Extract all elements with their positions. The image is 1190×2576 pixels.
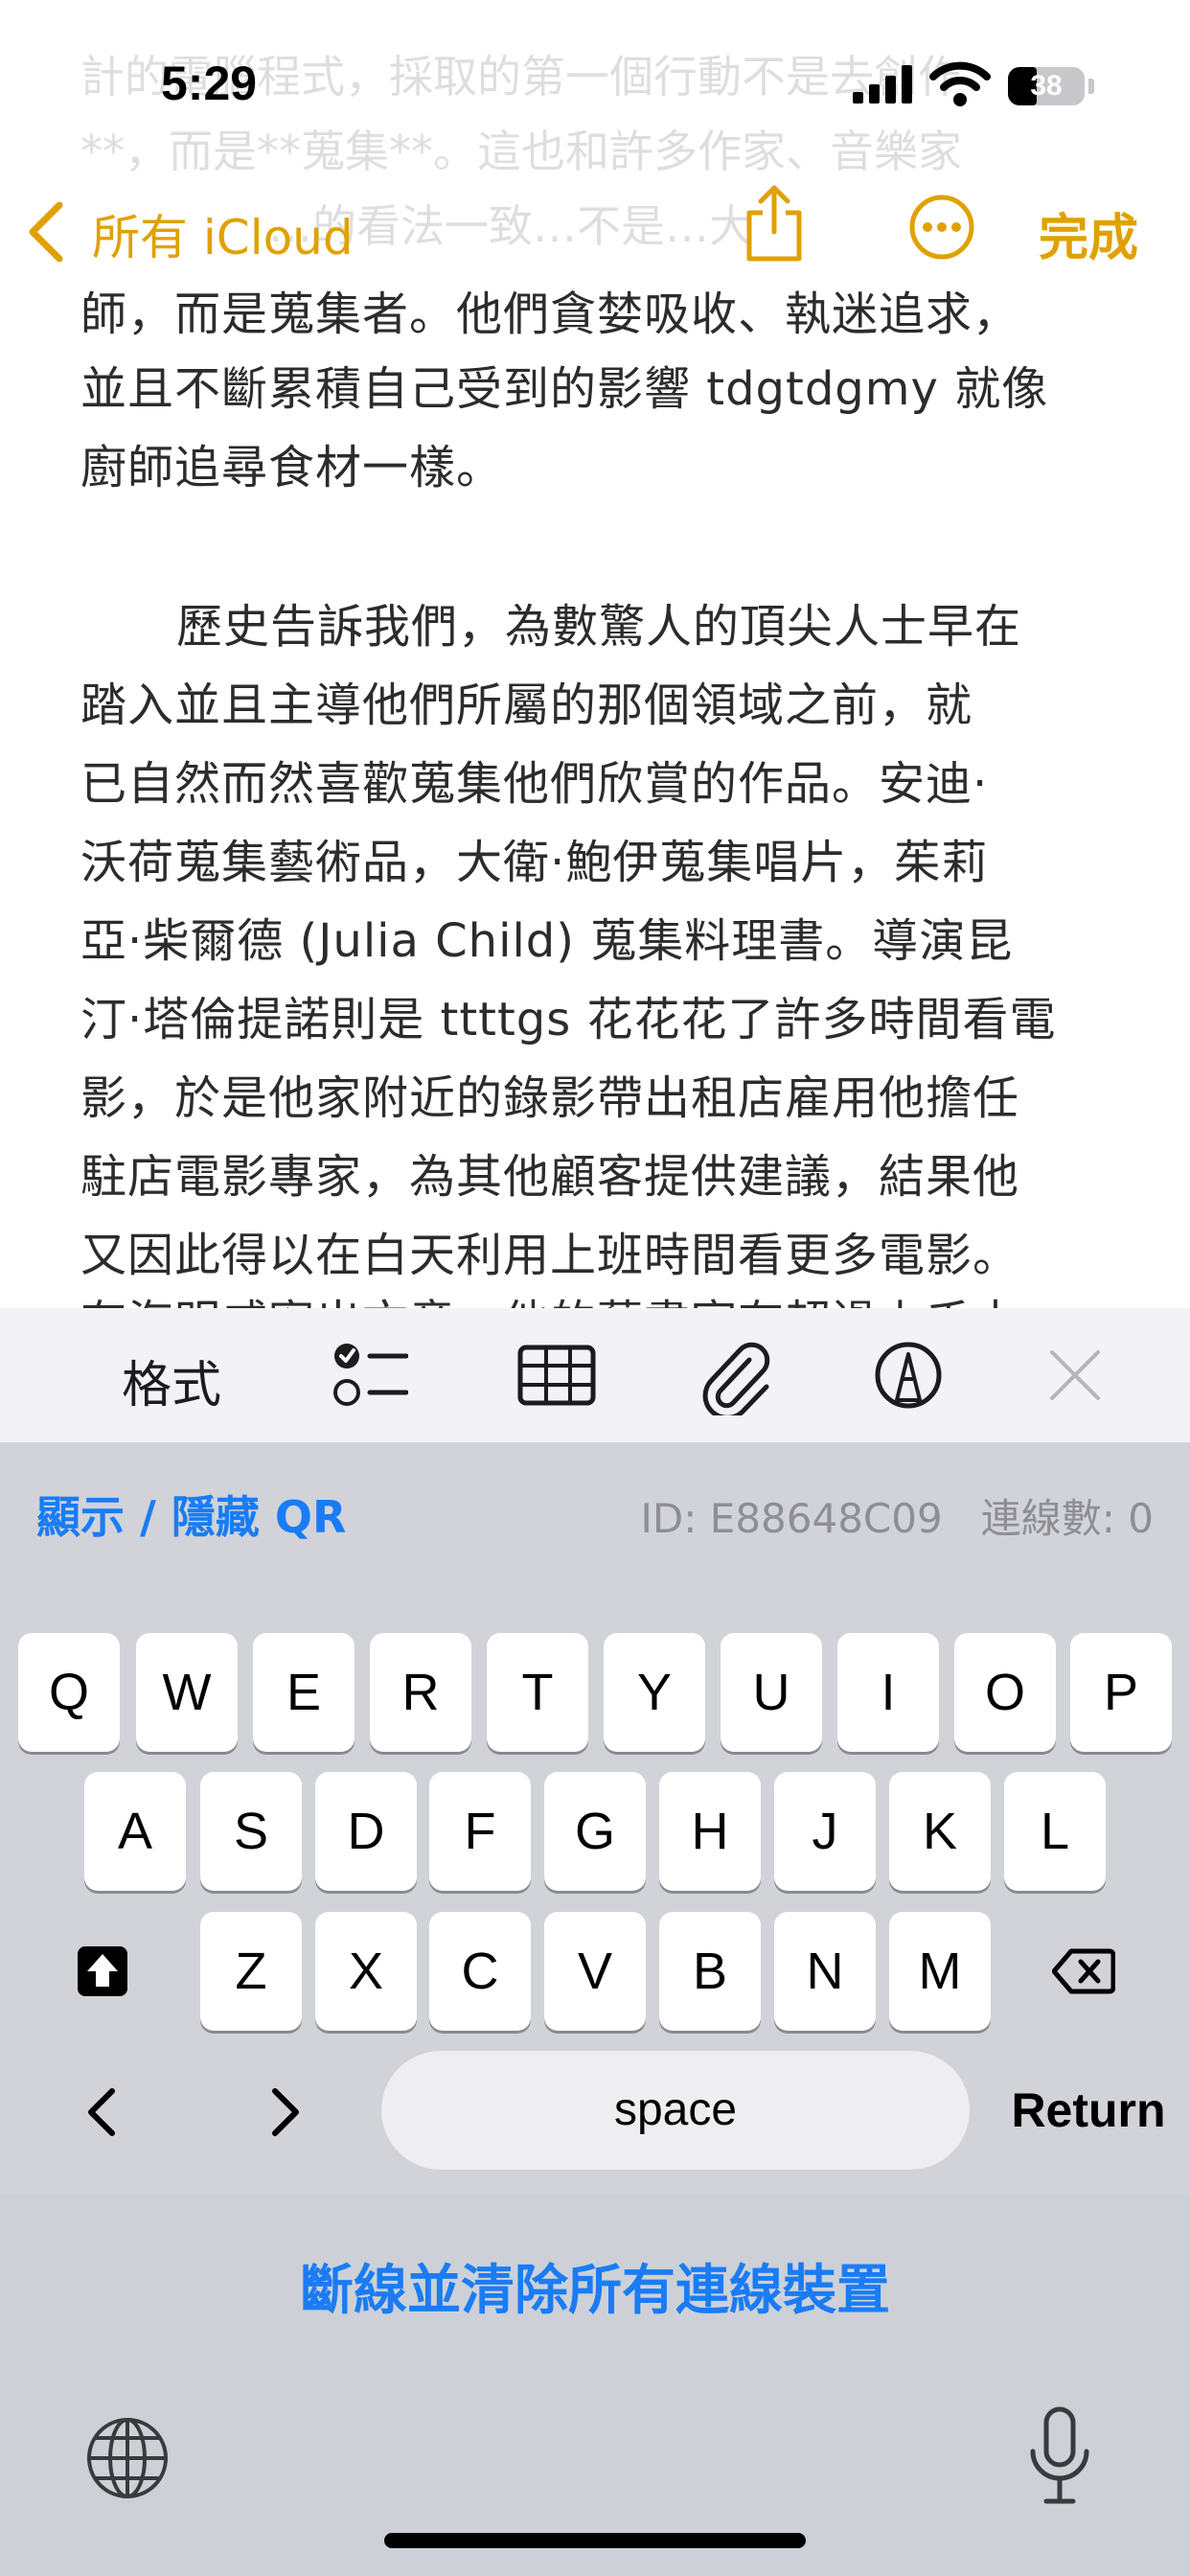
- shift-icon: [78, 1946, 127, 1996]
- key-p[interactable]: P: [1070, 1633, 1172, 1752]
- checklist-icon[interactable]: [332, 1339, 408, 1412]
- close-icon[interactable]: [1048, 1348, 1102, 1402]
- key-j[interactable]: J: [774, 1772, 876, 1891]
- key-t[interactable]: T: [487, 1633, 588, 1752]
- connection-count: 連線數: 0: [980, 1495, 1154, 1542]
- back-button-label[interactable]: 所有 iCloud: [92, 199, 354, 268]
- key-k[interactable]: K: [889, 1772, 991, 1891]
- connection-info: ID: E88648C09 連線數: 0: [641, 1486, 1154, 1545]
- chevron-left-icon: [29, 201, 63, 263]
- key-q[interactable]: Q: [18, 1633, 120, 1752]
- share-icon[interactable]: [740, 184, 809, 263]
- cellular-signal-icon: [853, 63, 914, 104]
- key-m[interactable]: M: [889, 1912, 991, 2031]
- key-u[interactable]: U: [721, 1633, 822, 1752]
- note-text-line: 已自然而然喜歡蒐集他們欣賞的作品。安迪·: [80, 757, 989, 811]
- note-text-line: 並且不斷累積自己受到的影響 tdgtdgmy 就像: [80, 362, 1049, 416]
- key-l[interactable]: L: [1004, 1772, 1106, 1891]
- home-indicator[interactable]: [384, 2533, 806, 2548]
- battery-level: 38: [1030, 70, 1063, 102]
- disconnect-all-button[interactable]: 斷線並清除所有連線裝置: [0, 2247, 1190, 2325]
- note-text-line: 又因此得以在白天利用上班時間看更多電影。: [80, 1229, 1020, 1282]
- toggle-qr-button[interactable]: 顯示 / 隱藏 QR: [36, 1483, 346, 1546]
- key-f[interactable]: F: [429, 1772, 531, 1891]
- note-text-line: 影，於是他家附近的錄影帶出租店雇用他擔任: [80, 1071, 1020, 1125]
- key-w[interactable]: W: [136, 1633, 238, 1752]
- key-y[interactable]: Y: [604, 1633, 705, 1752]
- status-time: 5:29: [161, 57, 258, 110]
- shift-key[interactable]: [50, 1912, 155, 2031]
- key-i[interactable]: I: [837, 1633, 939, 1752]
- key-r[interactable]: R: [370, 1633, 471, 1752]
- note-text-line: 歷史告訴我們，為數驚人的頂尖人士早在: [176, 600, 1022, 654]
- note-text-line: 廚師追尋食材一樣。: [80, 441, 504, 494]
- microphone-icon[interactable]: [1025, 2405, 1094, 2511]
- status-bar: 5:29 38: [0, 0, 1190, 144]
- note-text-line: 踏入並且主導他們所屬的那個領域之前，就: [80, 678, 973, 732]
- note-text-line: 駐店電影專家，為其他顧客提供建議，結果他: [80, 1150, 1020, 1204]
- key-x[interactable]: X: [315, 1912, 417, 2031]
- qr-toolbar: 顯示 / 隱藏 QR ID: E88648C09 連線數: 0: [0, 1442, 1190, 1605]
- wifi-icon: [929, 61, 991, 106]
- key-v[interactable]: V: [544, 1912, 646, 2031]
- note-text-line-cut: 有海明威寫出文章，他的藝書室有超過上千本: [80, 1284, 1019, 1308]
- markup-pen-icon[interactable]: [874, 1341, 943, 1410]
- key-c[interactable]: C: [429, 1912, 531, 2031]
- keyboard-area: 顯示 / 隱藏 QR ID: E88648C09 連線數: 0 Q W E R …: [0, 1442, 1190, 2576]
- format-toolbar: 格式: [0, 1308, 1190, 1442]
- space-key[interactable]: space: [381, 2051, 970, 2170]
- key-a[interactable]: A: [84, 1772, 186, 1891]
- globe-icon[interactable]: [84, 2415, 171, 2501]
- key-n[interactable]: N: [774, 1912, 876, 2031]
- device-id: ID: E88648C09: [640, 1495, 943, 1542]
- note-text-line: 亞·柴爾德 (Julia Child) 蒐集料理書。導演昆: [80, 914, 1014, 968]
- delete-key[interactable]: [1031, 1912, 1136, 2031]
- backspace-icon: [1051, 1948, 1116, 1994]
- key-h[interactable]: H: [659, 1772, 761, 1891]
- paperclip-icon[interactable]: [701, 1337, 772, 1415]
- key-b[interactable]: B: [659, 1912, 761, 2031]
- note-text-line: 汀·塔倫提諾則是 ttttgs 花花花了許多時間看電: [80, 993, 1057, 1046]
- key-s[interactable]: S: [200, 1772, 302, 1891]
- cursor-left-key[interactable]: [57, 2051, 144, 2170]
- key-z[interactable]: Z: [200, 1912, 302, 2031]
- chevron-right-icon: [272, 2088, 299, 2136]
- table-icon[interactable]: [517, 1345, 596, 1406]
- battery-icon: 38: [1008, 67, 1085, 105]
- more-options-icon[interactable]: [908, 194, 975, 261]
- chevron-left-icon: [88, 2088, 115, 2136]
- done-button[interactable]: 完成: [1039, 197, 1138, 269]
- disconnect-panel: 斷線並清除所有連線裝置: [0, 2195, 1190, 2576]
- battery-cap: [1088, 79, 1094, 94]
- key-o[interactable]: O: [954, 1633, 1056, 1752]
- key-g[interactable]: G: [544, 1772, 646, 1891]
- note-text-line: 沃荷蒐集藝術品，大衛·鮑伊蒐集唱片，茱莉: [80, 836, 989, 889]
- format-button[interactable]: 格式: [122, 1345, 221, 1416]
- key-e[interactable]: E: [253, 1633, 355, 1752]
- cursor-right-key[interactable]: [243, 2051, 330, 2170]
- key-d[interactable]: D: [315, 1772, 417, 1891]
- nav-bar: 所有 iCloud 完成: [0, 144, 1190, 288]
- return-key[interactable]: Return: [987, 2051, 1190, 2170]
